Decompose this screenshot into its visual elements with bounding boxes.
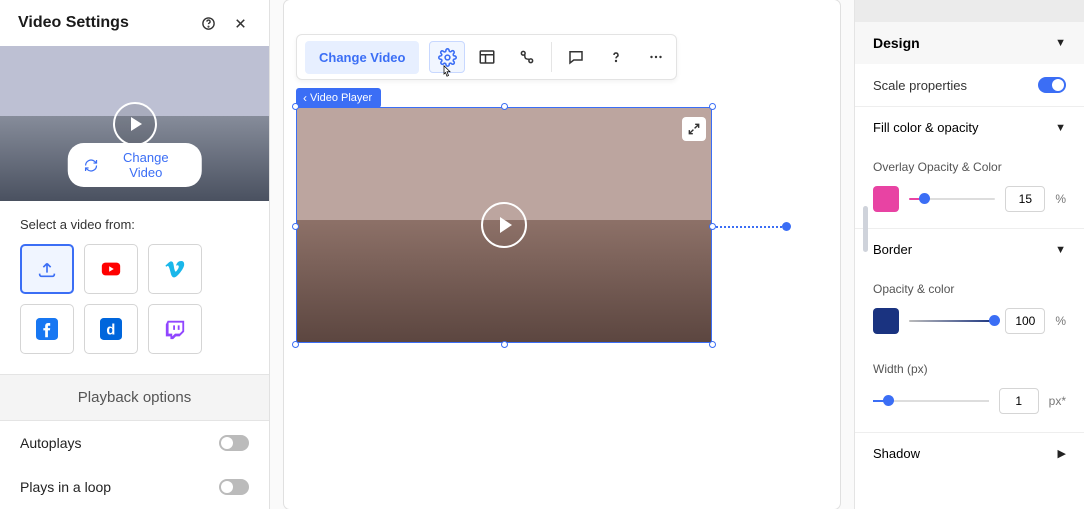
overlay-unit: % — [1055, 192, 1066, 206]
autoplays-row: Autoplays — [0, 421, 269, 465]
source-twitch[interactable] — [148, 304, 202, 354]
overlay-opacity-slider[interactable] — [909, 198, 995, 200]
loop-toggle[interactable] — [219, 479, 249, 495]
shadow-section-head[interactable]: Shadow ▶ — [855, 432, 1084, 474]
border-opacity-row: % — [855, 300, 1084, 350]
resize-handle-sw[interactable] — [292, 341, 299, 348]
chevron-down-icon: ▼ — [1055, 37, 1066, 49]
overlay-opacity-input[interactable] — [1005, 186, 1045, 212]
video-preview[interactable]: Change Video — [0, 46, 269, 201]
border-opacity-slider[interactable] — [909, 320, 995, 322]
settings-icon[interactable] — [427, 39, 467, 75]
panel-header: Video Settings — [0, 0, 269, 46]
chevron-down-icon: ▼ — [1055, 244, 1066, 256]
border-opacity-input[interactable] — [1005, 308, 1045, 334]
canvas-area[interactable]: Change Video Video Player — [270, 0, 854, 509]
border-label: Border — [873, 242, 912, 257]
resize-handle-n[interactable] — [501, 103, 508, 110]
change-video-label: Change Video — [106, 150, 186, 180]
inspector-panel: Design ▼ Scale properties Fill color & o… — [854, 0, 1084, 509]
element-badge[interactable]: Video Player — [296, 88, 381, 108]
autoplays-label: Autoplays — [20, 435, 81, 451]
width-unit: px* — [1049, 394, 1066, 408]
svg-text:d: d — [106, 323, 115, 339]
comment-icon[interactable] — [556, 39, 596, 75]
video-player-element[interactable] — [296, 107, 712, 343]
source-vimeo[interactable] — [148, 244, 202, 294]
resize-handle-e[interactable] — [709, 223, 716, 230]
chevron-down-icon: ▼ — [1055, 122, 1066, 134]
loop-row: Plays in a loop — [0, 465, 269, 509]
play-icon[interactable] — [481, 202, 527, 248]
help-icon[interactable] — [197, 12, 219, 34]
panel-title: Video Settings — [18, 14, 197, 32]
width-input[interactable] — [999, 388, 1039, 414]
element-badge-label: Video Player — [310, 92, 372, 104]
chevron-right-icon: ▶ — [1058, 447, 1066, 460]
resize-handle-se[interactable] — [709, 341, 716, 348]
alignment-guide — [716, 226, 786, 228]
resize-handle-nw[interactable] — [292, 103, 299, 110]
scale-properties-row: Scale properties — [855, 64, 1084, 106]
resize-handle-s[interactable] — [501, 341, 508, 348]
canvas-edge-handle[interactable] — [863, 206, 868, 252]
toolbar-help-icon[interactable] — [596, 39, 636, 75]
shadow-label: Shadow — [873, 446, 920, 461]
width-label: Width (px) — [855, 350, 1084, 380]
opacity-color-label: Opacity & color — [855, 270, 1084, 300]
resize-handle-ne[interactable] — [709, 103, 716, 110]
overlay-color-swatch[interactable] — [873, 186, 899, 212]
fill-opacity-row[interactable]: Fill color & opacity ▼ — [855, 106, 1084, 148]
playback-options-head: Playback options — [0, 374, 269, 421]
resize-handle-w[interactable] — [292, 223, 299, 230]
change-video-button[interactable]: Change Video — [67, 143, 202, 187]
overlay-opacity-label: Overlay Opacity & Color — [855, 148, 1084, 178]
border-section-head[interactable]: Border ▼ — [855, 228, 1084, 270]
loop-label: Plays in a loop — [20, 479, 111, 495]
change-video-toolbar-button[interactable]: Change Video — [305, 41, 419, 74]
width-slider[interactable] — [873, 400, 989, 402]
scale-properties-toggle[interactable] — [1038, 77, 1066, 93]
scale-properties-label: Scale properties — [873, 78, 967, 93]
element-toolbar: Change Video — [296, 34, 677, 80]
play-icon[interactable] — [113, 102, 157, 146]
alignment-guide-end[interactable] — [782, 222, 791, 231]
select-source-label: Select a video from: — [0, 201, 269, 244]
overlay-control-row: % — [855, 178, 1084, 228]
video-settings-panel: Video Settings Change Video Select a vid… — [0, 0, 270, 509]
border-opacity-unit: % — [1055, 314, 1066, 328]
width-control-row: px* — [855, 380, 1084, 432]
design-section-head[interactable]: Design ▼ — [855, 22, 1084, 64]
expand-icon[interactable] — [682, 117, 706, 141]
layout-icon[interactable] — [467, 39, 507, 75]
source-dailymotion[interactable]: d — [84, 304, 138, 354]
source-grid: d — [0, 244, 269, 374]
source-youtube[interactable] — [84, 244, 138, 294]
source-upload[interactable] — [20, 244, 74, 294]
autoplays-toggle[interactable] — [219, 435, 249, 451]
close-icon[interactable] — [229, 12, 251, 34]
animation-icon[interactable] — [507, 39, 547, 75]
more-icon[interactable] — [636, 39, 676, 75]
fill-opacity-label: Fill color & opacity — [873, 120, 978, 135]
border-color-swatch[interactable] — [873, 308, 899, 334]
design-label: Design — [873, 35, 920, 51]
source-facebook[interactable] — [20, 304, 74, 354]
